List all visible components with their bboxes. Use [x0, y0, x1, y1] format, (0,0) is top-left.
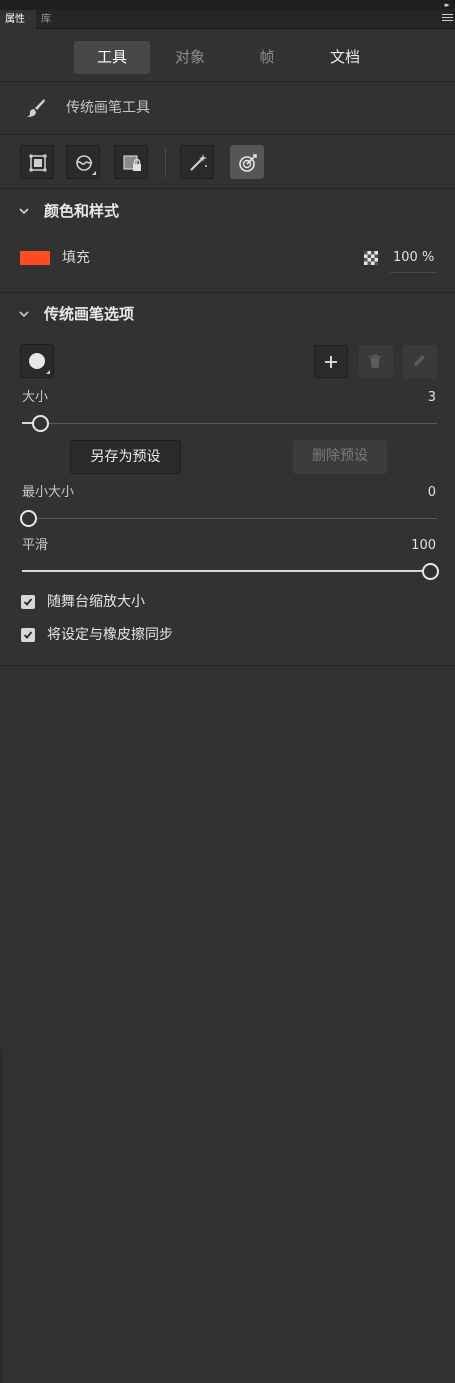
- brush-options-section-header[interactable]: 传统画笔选项: [0, 293, 455, 337]
- object-drawing-icon: [29, 154, 47, 172]
- scale-with-stage-label: 随舞台缩放大小: [47, 594, 145, 610]
- checkerboard-icon: [364, 251, 378, 265]
- lock-fill-icon: [123, 155, 141, 171]
- panel-tab-library[interactable]: 库: [36, 10, 66, 29]
- pressure-button[interactable]: [230, 145, 264, 179]
- pressure-icon: [239, 154, 257, 172]
- min-size-value: 0: [427, 485, 436, 500]
- magic-pen-button[interactable]: [180, 145, 214, 179]
- dropdown-corner-icon: [92, 171, 96, 175]
- add-brush-button[interactable]: [314, 345, 348, 378]
- color-style-section-header[interactable]: 颜色和样式: [0, 190, 455, 234]
- panel-menu-icon[interactable]: [442, 14, 453, 24]
- tab-document[interactable]: 文档: [307, 41, 383, 74]
- lock-fill-button[interactable]: [114, 145, 148, 179]
- fill-opacity-field[interactable]: 100 %: [390, 247, 436, 273]
- draw-mode-button[interactable]: [66, 145, 100, 179]
- smooth-label: 平滑: [22, 538, 49, 553]
- edit-brush-button[interactable]: [403, 345, 437, 378]
- dropdown-corner-icon: [46, 370, 50, 374]
- brush-icon: [27, 99, 45, 117]
- checkmark-icon: [23, 598, 33, 606]
- smooth-slider-thumb[interactable]: [422, 563, 439, 580]
- smooth-slider-track[interactable]: [22, 570, 437, 572]
- min-size-slider-thumb[interactable]: [20, 510, 37, 527]
- section-divider: [0, 665, 455, 666]
- tab-frame[interactable]: 帧: [229, 41, 305, 74]
- tool-name: 传统画笔工具: [66, 100, 150, 116]
- section-title: 传统画笔选项: [44, 305, 135, 323]
- panel-tab-properties[interactable]: 属性: [0, 10, 36, 29]
- trash-icon: [369, 354, 381, 368]
- size-slider-track[interactable]: [22, 422, 437, 424]
- section-title: 颜色和样式: [44, 202, 120, 220]
- chevron-down-icon: [19, 208, 29, 215]
- mode-divider: [165, 148, 166, 178]
- tab-tool[interactable]: 工具: [74, 41, 150, 74]
- main-tabs: 工具 对象 帧 文档: [0, 30, 455, 82]
- magic-pen-icon: [190, 154, 207, 171]
- fill-color-swatch[interactable]: [20, 251, 50, 265]
- tab-object[interactable]: 对象: [152, 41, 228, 74]
- min-size-slider-track[interactable]: [22, 518, 437, 519]
- smooth-slider-fill: [22, 570, 437, 572]
- collapse-panel-icon[interactable]: ▸▸: [440, 0, 452, 10]
- size-slider-thumb[interactable]: [32, 415, 50, 432]
- min-size-label: 最小大小: [22, 485, 75, 500]
- scale-with-stage-checkbox[interactable]: [21, 595, 35, 609]
- panel-tab-bar: 属性 库: [0, 10, 455, 29]
- sync-with-eraser-checkbox[interactable]: [21, 628, 35, 642]
- smooth-value: 100: [411, 538, 436, 553]
- checkmark-icon: [23, 631, 33, 639]
- delete-preset-button[interactable]: 删除预设: [293, 440, 387, 474]
- panel-edge: [0, 1050, 2, 1383]
- round-brush-icon: [29, 353, 45, 369]
- size-label: 大小: [22, 390, 49, 405]
- sync-with-eraser-label: 将设定与橡皮擦同步: [47, 627, 173, 643]
- panel-top-strip: ▸▸: [0, 0, 455, 10]
- fill-label: 填充: [62, 250, 90, 266]
- size-value: 3: [427, 390, 436, 405]
- object-drawing-button[interactable]: [20, 145, 54, 179]
- pencil-icon: [414, 355, 425, 366]
- chevron-down-icon: [19, 311, 29, 318]
- save-preset-button[interactable]: 另存为预设: [70, 440, 181, 474]
- tool-header: 传统画笔工具: [0, 83, 455, 135]
- plus-icon: [325, 356, 337, 368]
- delete-brush-button[interactable]: [359, 345, 393, 378]
- tool-mode-row: [0, 136, 455, 189]
- brush-shape-button[interactable]: [20, 344, 54, 378]
